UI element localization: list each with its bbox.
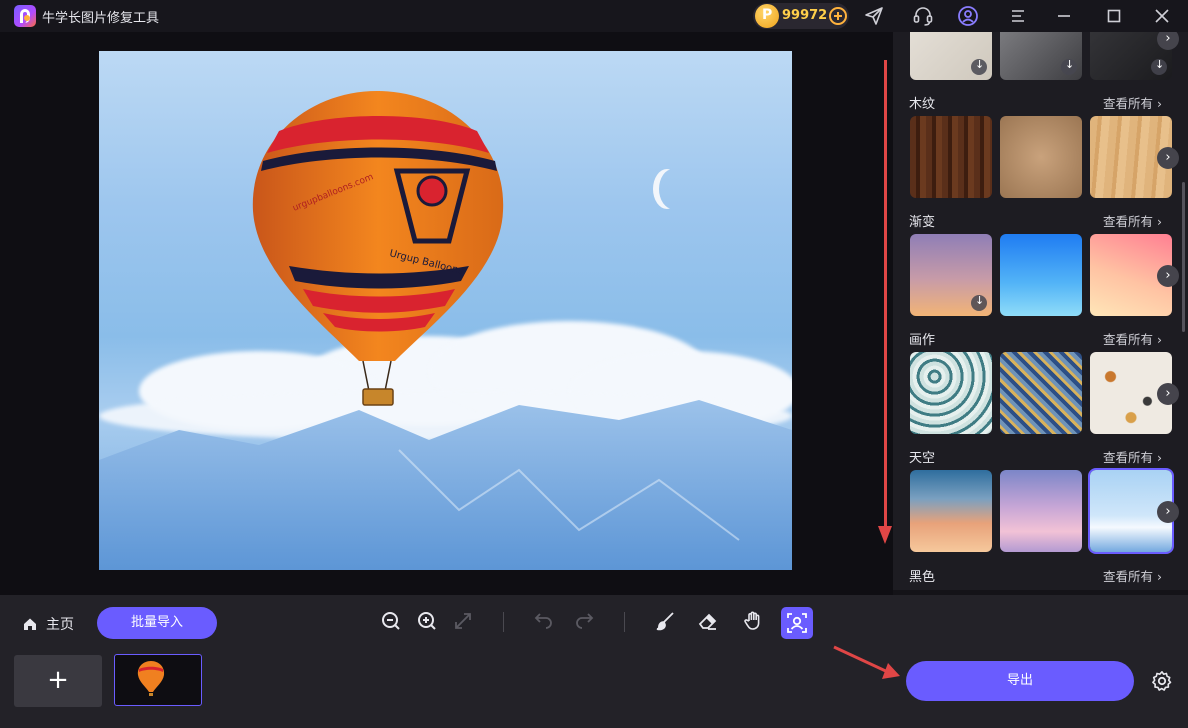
- sky-thumb[interactable]: [1000, 470, 1082, 552]
- download-icon[interactable]: [1151, 58, 1167, 75]
- category-title: 画作: [909, 333, 936, 348]
- annotation-arrow-head: [878, 526, 892, 544]
- background-library-panel[interactable]: › 木纹 查看所有 › › 渐变 查看所有 › › 画作 查看所有 › › 天空…: [893, 32, 1188, 590]
- see-all-link[interactable]: 查看所有 ›: [1103, 211, 1162, 230]
- user-icon[interactable]: [956, 4, 980, 28]
- category-title: 黑色: [909, 570, 936, 585]
- see-all-label: 查看所有: [1103, 214, 1154, 229]
- next-arrow-icon[interactable]: ›: [1157, 383, 1179, 405]
- undo-icon[interactable]: [532, 609, 556, 633]
- toolbar-divider: [503, 612, 504, 632]
- category-title: 渐变: [909, 215, 936, 230]
- hot-air-balloon: urgupballoons.com Urgup Balloons: [252, 91, 504, 406]
- image-thumbnail-tile[interactable]: [114, 654, 202, 706]
- painting-thumb[interactable]: [910, 352, 992, 434]
- category-title: 天空: [909, 451, 936, 466]
- see-all-label: 查看所有: [1103, 450, 1154, 465]
- wood-thumb[interactable]: [910, 116, 992, 198]
- next-arrow-icon[interactable]: ›: [1157, 501, 1179, 523]
- mountain-range: [99, 400, 792, 570]
- see-all-link[interactable]: 查看所有 ›: [1103, 329, 1162, 348]
- wood-thumb[interactable]: [1000, 116, 1082, 198]
- fit-screen-icon[interactable]: [451, 609, 475, 633]
- next-arrow-icon[interactable]: ›: [1157, 32, 1179, 50]
- redo-icon[interactable]: [572, 609, 596, 633]
- add-coins-icon[interactable]: [829, 7, 847, 25]
- toolbar-divider: [624, 612, 625, 632]
- texture-thumb[interactable]: [1000, 32, 1082, 80]
- coin-icon: [755, 4, 779, 28]
- home-button[interactable]: 主页: [22, 614, 74, 634]
- batch-import-button[interactable]: 批量导入: [97, 607, 217, 639]
- menu-icon[interactable]: [1006, 4, 1030, 28]
- portrait-select-icon: [787, 613, 807, 633]
- gradient-thumb[interactable]: [1000, 234, 1082, 316]
- sky-thumb[interactable]: [910, 470, 992, 552]
- export-button[interactable]: 导出: [906, 661, 1134, 701]
- see-all-link[interactable]: 查看所有 ›: [1103, 93, 1162, 112]
- app-logo-icon: [14, 5, 36, 27]
- settings-gear-icon[interactable]: [1150, 669, 1174, 693]
- see-all-link[interactable]: 查看所有 ›: [1103, 447, 1162, 466]
- eraser-icon[interactable]: [696, 609, 720, 633]
- category-title: 木纹: [909, 97, 936, 112]
- zoom-in-icon[interactable]: [415, 609, 439, 633]
- download-icon[interactable]: [971, 58, 987, 75]
- annotation-arrow-line: [884, 60, 887, 530]
- next-arrow-icon[interactable]: ›: [1157, 147, 1179, 169]
- preview-image: urgupballoons.com Urgup Balloons: [99, 51, 792, 570]
- app-window: 牛学长图片修复工具 99972: [0, 0, 1188, 728]
- annotation-arrow-export: [833, 645, 900, 679]
- see-all-label: 查看所有: [1103, 96, 1154, 111]
- brush-icon[interactable]: [653, 609, 677, 633]
- zoom-out-icon[interactable]: [379, 609, 403, 633]
- hand-pan-icon[interactable]: [741, 609, 765, 633]
- thumbnail-balloon: [137, 661, 165, 696]
- see-all-link[interactable]: 查看所有 ›: [1103, 566, 1162, 585]
- support-headset-icon[interactable]: [911, 4, 935, 28]
- painting-thumb[interactable]: [1000, 352, 1082, 434]
- home-icon: [24, 618, 36, 630]
- download-icon[interactable]: [971, 294, 987, 311]
- add-image-button[interactable]: +: [14, 655, 102, 707]
- bottom-toolbar: 主页 批量导入 + 导出: [0, 595, 1188, 728]
- coin-count: 99972: [782, 8, 828, 23]
- texture-thumb[interactable]: [910, 32, 992, 80]
- gradient-thumb[interactable]: [910, 234, 992, 316]
- app-title: 牛学长图片修复工具: [42, 11, 160, 26]
- coin-balance[interactable]: 99972: [753, 3, 849, 29]
- see-all-label: 查看所有: [1103, 332, 1154, 347]
- panel-scrollbar[interactable]: [1182, 182, 1185, 332]
- close-icon[interactable]: [1150, 4, 1174, 28]
- next-arrow-icon[interactable]: ›: [1157, 265, 1179, 287]
- maximize-icon[interactable]: [1102, 4, 1126, 28]
- minimize-icon[interactable]: [1052, 4, 1076, 28]
- home-label: 主页: [46, 617, 74, 633]
- see-all-label: 查看所有: [1103, 569, 1154, 584]
- title-bar: 牛学长图片修复工具 99972: [0, 0, 1188, 32]
- portrait-select-button[interactable]: [781, 607, 813, 639]
- moon-shape: [659, 169, 687, 209]
- send-icon[interactable]: [862, 4, 886, 28]
- download-icon[interactable]: [1061, 58, 1077, 75]
- image-canvas[interactable]: urgupballoons.com Urgup Balloons: [0, 32, 893, 595]
